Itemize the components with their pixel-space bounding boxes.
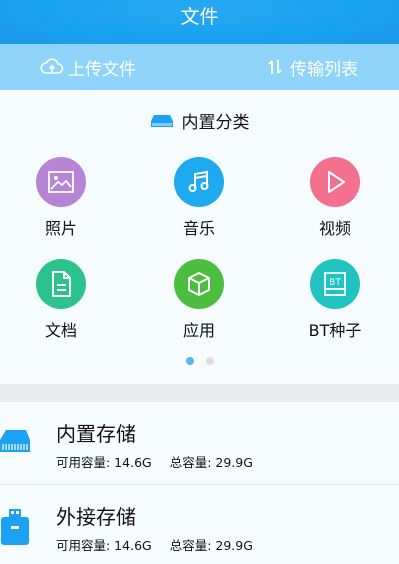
drive-icon	[0, 430, 30, 452]
storage-external[interactable]: 外接存储 可用容量: 14.6G 总容量: 29.9G	[0, 485, 399, 564]
section-title-text: 内置分类	[181, 113, 250, 133]
transfer-list-button[interactable]: 传输列表	[266, 44, 358, 90]
category-music[interactable]: 音乐	[154, 157, 244, 239]
category-photos[interactable]: 照片	[16, 157, 106, 239]
category-label: 应用	[182, 321, 215, 340]
drive-icon	[150, 114, 173, 127]
upload-button[interactable]: 上传文件	[40, 44, 136, 90]
storage-capacity: 可用容量: 14.6G 总容量: 29.9G	[56, 452, 271, 471]
category-video[interactable]: 视频	[290, 157, 380, 239]
transfer-icon	[268, 60, 282, 74]
category-documents[interactable]: 文档	[16, 259, 106, 341]
transfer-label: 传输列表	[290, 59, 358, 80]
total-capacity: 总容量: 29.9G	[169, 455, 253, 470]
category-bt-torrents[interactable]: BT BT种子	[290, 259, 380, 341]
available-capacity: 可用容量: 14.6G	[56, 538, 152, 553]
builtin-categories-title: 内置分类	[0, 108, 399, 133]
category-apps[interactable]: 应用	[154, 259, 244, 341]
svg-text:BT: BT	[329, 278, 341, 288]
usb-icon	[1, 509, 29, 545]
storage-capacity: 可用容量: 14.6G 总容量: 29.9G	[56, 535, 271, 554]
available-capacity: 可用容量: 14.6G	[56, 455, 152, 470]
storage-name: 内置存储	[56, 422, 136, 446]
play-icon	[310, 157, 360, 207]
toolbar: 上传文件 传输列表	[0, 44, 399, 90]
category-label: 视频	[318, 219, 351, 238]
category-label: 照片	[44, 219, 77, 238]
category-label: BT种子	[308, 321, 362, 340]
storage-internal[interactable]: 内置存储 可用容量: 14.6G 总容量: 29.9G	[0, 402, 399, 482]
section-divider	[0, 384, 399, 402]
music-icon	[174, 157, 224, 207]
image-icon	[36, 157, 86, 207]
page-indicator	[0, 357, 399, 365]
category-label: 音乐	[182, 219, 215, 238]
total-capacity: 总容量: 29.9G	[169, 538, 253, 553]
cloud-upload-icon	[40, 58, 64, 74]
document-icon	[36, 259, 86, 309]
app-header: 文件	[0, 0, 399, 44]
bt-icon: BT	[310, 259, 360, 309]
page-dot-active[interactable]	[185, 357, 194, 365]
upload-label: 上传文件	[68, 59, 136, 80]
category-label: 文档	[44, 321, 77, 340]
storage-name: 外接存储	[56, 505, 136, 529]
box-icon	[174, 259, 224, 309]
page-dot[interactable]	[205, 357, 214, 365]
page-title: 文件	[180, 5, 219, 28]
